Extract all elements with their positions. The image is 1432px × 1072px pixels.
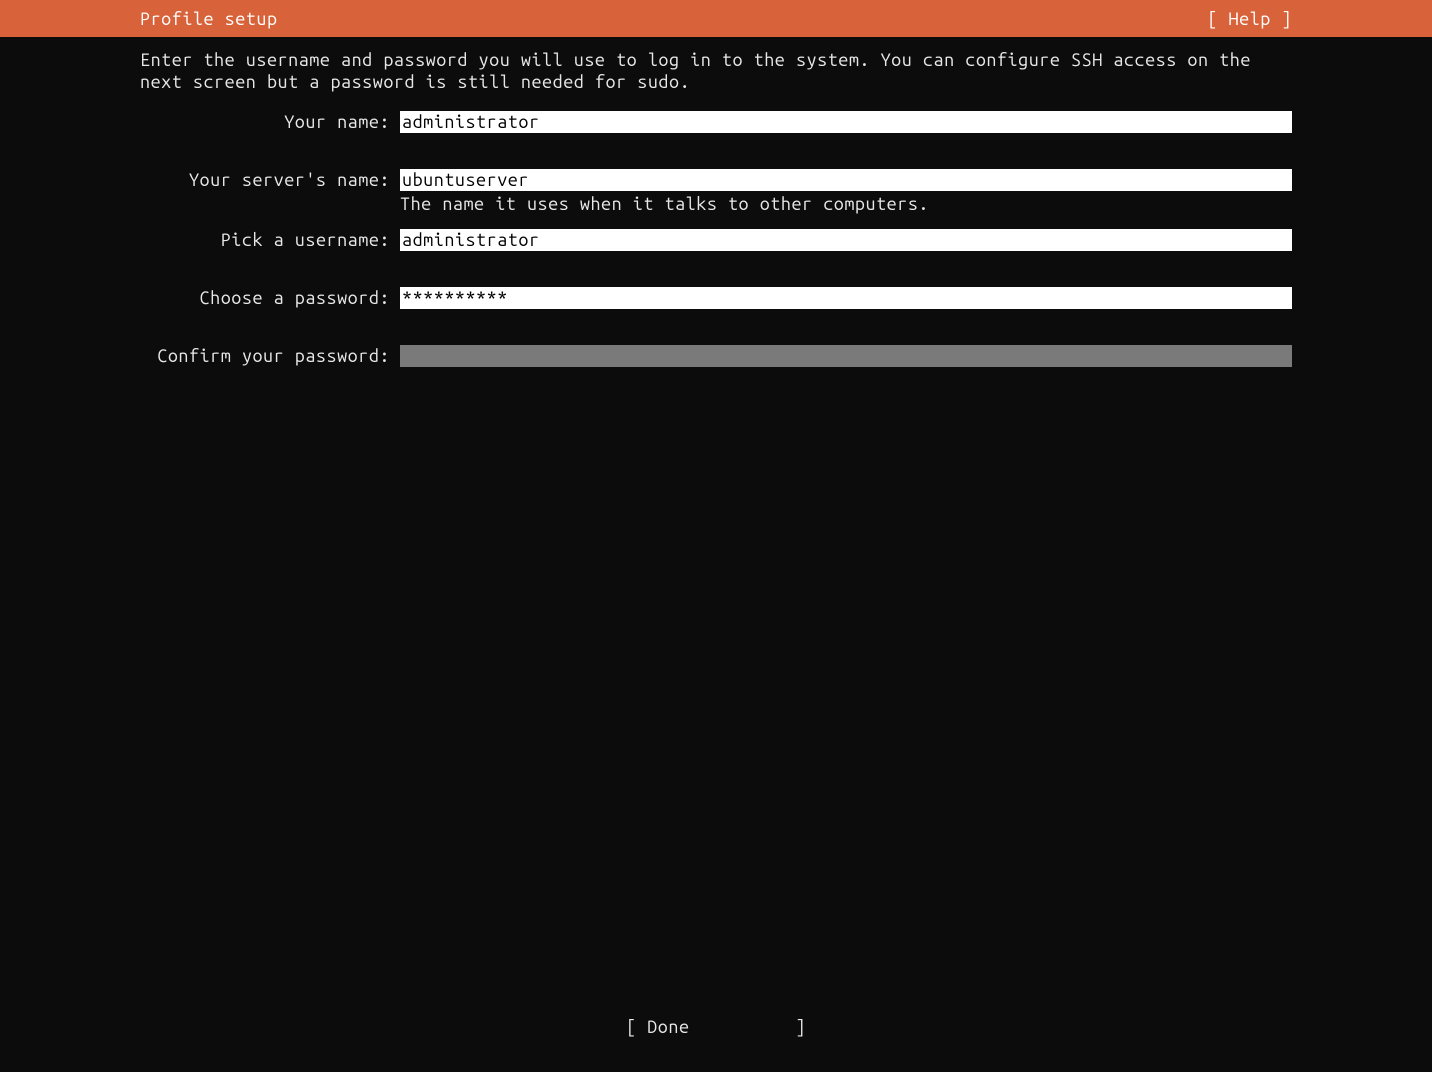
done-button[interactable]: [ Done ]	[626, 1017, 806, 1037]
page-title: Profile setup	[140, 9, 278, 29]
description-text: Enter the username and password you will…	[140, 49, 1292, 93]
label-username: Pick a username:	[140, 229, 400, 251]
username-input[interactable]: administrator	[400, 229, 1292, 251]
header-bar: Profile setup [ Help ]	[0, 0, 1432, 37]
confirm-password-input[interactable]: **********	[400, 345, 1292, 367]
label-password: Choose a password:	[140, 287, 400, 309]
your-name-input[interactable]: administrator	[400, 111, 1292, 133]
footer-area: [ Done ]	[0, 1017, 1432, 1037]
content-area: Enter the username and password you will…	[0, 37, 1432, 367]
server-name-input[interactable]: ubuntuserver	[400, 169, 1292, 191]
help-button[interactable]: [ Help ]	[1207, 9, 1292, 29]
label-confirm-password: Confirm your password:	[140, 345, 400, 367]
row-your-name: Your name: administrator	[140, 111, 1292, 133]
row-confirm-password: Confirm your password: **********	[140, 345, 1292, 367]
row-password: Choose a password: **********	[140, 287, 1292, 309]
server-name-helper: The name it uses when it talks to other …	[400, 193, 1292, 215]
row-server-name: Your server's name: ubuntuserver The nam…	[140, 169, 1292, 215]
password-input[interactable]: **********	[400, 287, 1292, 309]
label-your-name: Your name:	[140, 111, 400, 133]
label-server-name: Your server's name:	[140, 169, 400, 191]
row-username: Pick a username: administrator	[140, 229, 1292, 251]
